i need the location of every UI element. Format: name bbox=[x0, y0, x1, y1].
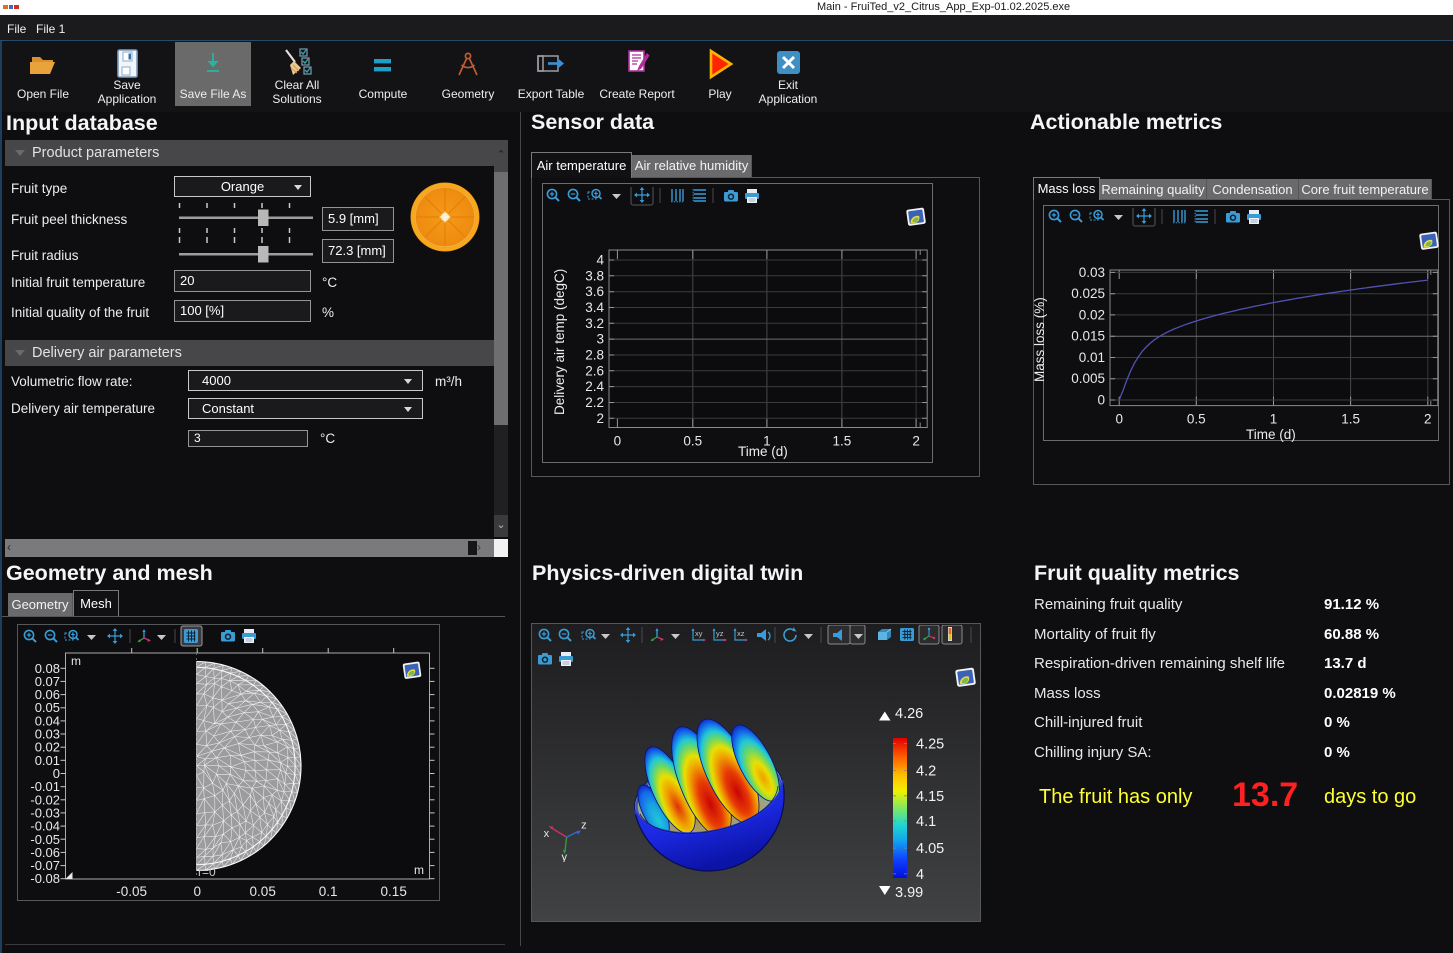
svg-text:4.25: 4.25 bbox=[916, 736, 944, 752]
svg-text:1.5: 1.5 bbox=[1341, 412, 1360, 427]
svg-text:2.2: 2.2 bbox=[585, 395, 604, 410]
svg-text:0.15: 0.15 bbox=[381, 884, 407, 899]
svg-text:m: m bbox=[71, 654, 81, 668]
svg-text:xz: xz bbox=[737, 629, 745, 638]
svg-text:0.05: 0.05 bbox=[250, 884, 276, 899]
svg-text:y: y bbox=[562, 851, 568, 862]
svg-text:0: 0 bbox=[1097, 393, 1105, 408]
svg-text:2.8: 2.8 bbox=[585, 347, 604, 362]
svg-text:4.15: 4.15 bbox=[916, 789, 944, 805]
svg-text:0.01: 0.01 bbox=[1078, 350, 1104, 365]
svg-text:2: 2 bbox=[1424, 412, 1432, 427]
svg-text:3.8: 3.8 bbox=[585, 268, 604, 283]
svg-text:x: x bbox=[544, 828, 550, 840]
svg-text:-0.05: -0.05 bbox=[116, 884, 147, 899]
svg-text:4: 4 bbox=[916, 867, 924, 883]
svg-text:4.2: 4.2 bbox=[916, 764, 936, 780]
svg-text:0.02: 0.02 bbox=[1078, 308, 1104, 323]
svg-text:3.99: 3.99 bbox=[895, 885, 923, 901]
svg-text:1.5: 1.5 bbox=[832, 433, 851, 448]
svg-text:1: 1 bbox=[1269, 412, 1277, 427]
svg-text:2: 2 bbox=[596, 410, 604, 425]
svg-text:2: 2 bbox=[912, 433, 920, 448]
svg-text:0: 0 bbox=[1115, 412, 1123, 427]
svg-text:0: 0 bbox=[193, 884, 201, 899]
svg-text:4.05: 4.05 bbox=[916, 841, 944, 857]
svg-text:3.4: 3.4 bbox=[585, 300, 604, 315]
svg-text:0.5: 0.5 bbox=[1187, 412, 1206, 427]
svg-text:0.5: 0.5 bbox=[683, 433, 702, 448]
svg-text:4: 4 bbox=[596, 252, 604, 267]
svg-text:m: m bbox=[414, 863, 424, 877]
svg-text:3.2: 3.2 bbox=[585, 315, 604, 330]
svg-text:0.005: 0.005 bbox=[1071, 371, 1105, 386]
svg-text:2.4: 2.4 bbox=[585, 379, 604, 394]
svg-text:3: 3 bbox=[596, 331, 604, 346]
svg-text:xy: xy bbox=[695, 629, 703, 638]
svg-text:yz: yz bbox=[716, 629, 724, 638]
svg-text:0.03: 0.03 bbox=[1078, 265, 1104, 280]
svg-text:z: z bbox=[581, 820, 587, 832]
svg-text:r=0: r=0 bbox=[198, 865, 216, 879]
svg-text:4.26: 4.26 bbox=[895, 706, 923, 722]
svg-text:4.1: 4.1 bbox=[916, 814, 936, 830]
svg-text:-0.08: -0.08 bbox=[30, 871, 60, 886]
svg-text:3.6: 3.6 bbox=[585, 284, 604, 299]
svg-text:0.1: 0.1 bbox=[319, 884, 338, 899]
svg-text:0: 0 bbox=[613, 433, 621, 448]
svg-text:2.6: 2.6 bbox=[585, 363, 604, 378]
svg-text:0.015: 0.015 bbox=[1071, 329, 1105, 344]
svg-text:0.025: 0.025 bbox=[1071, 286, 1105, 301]
